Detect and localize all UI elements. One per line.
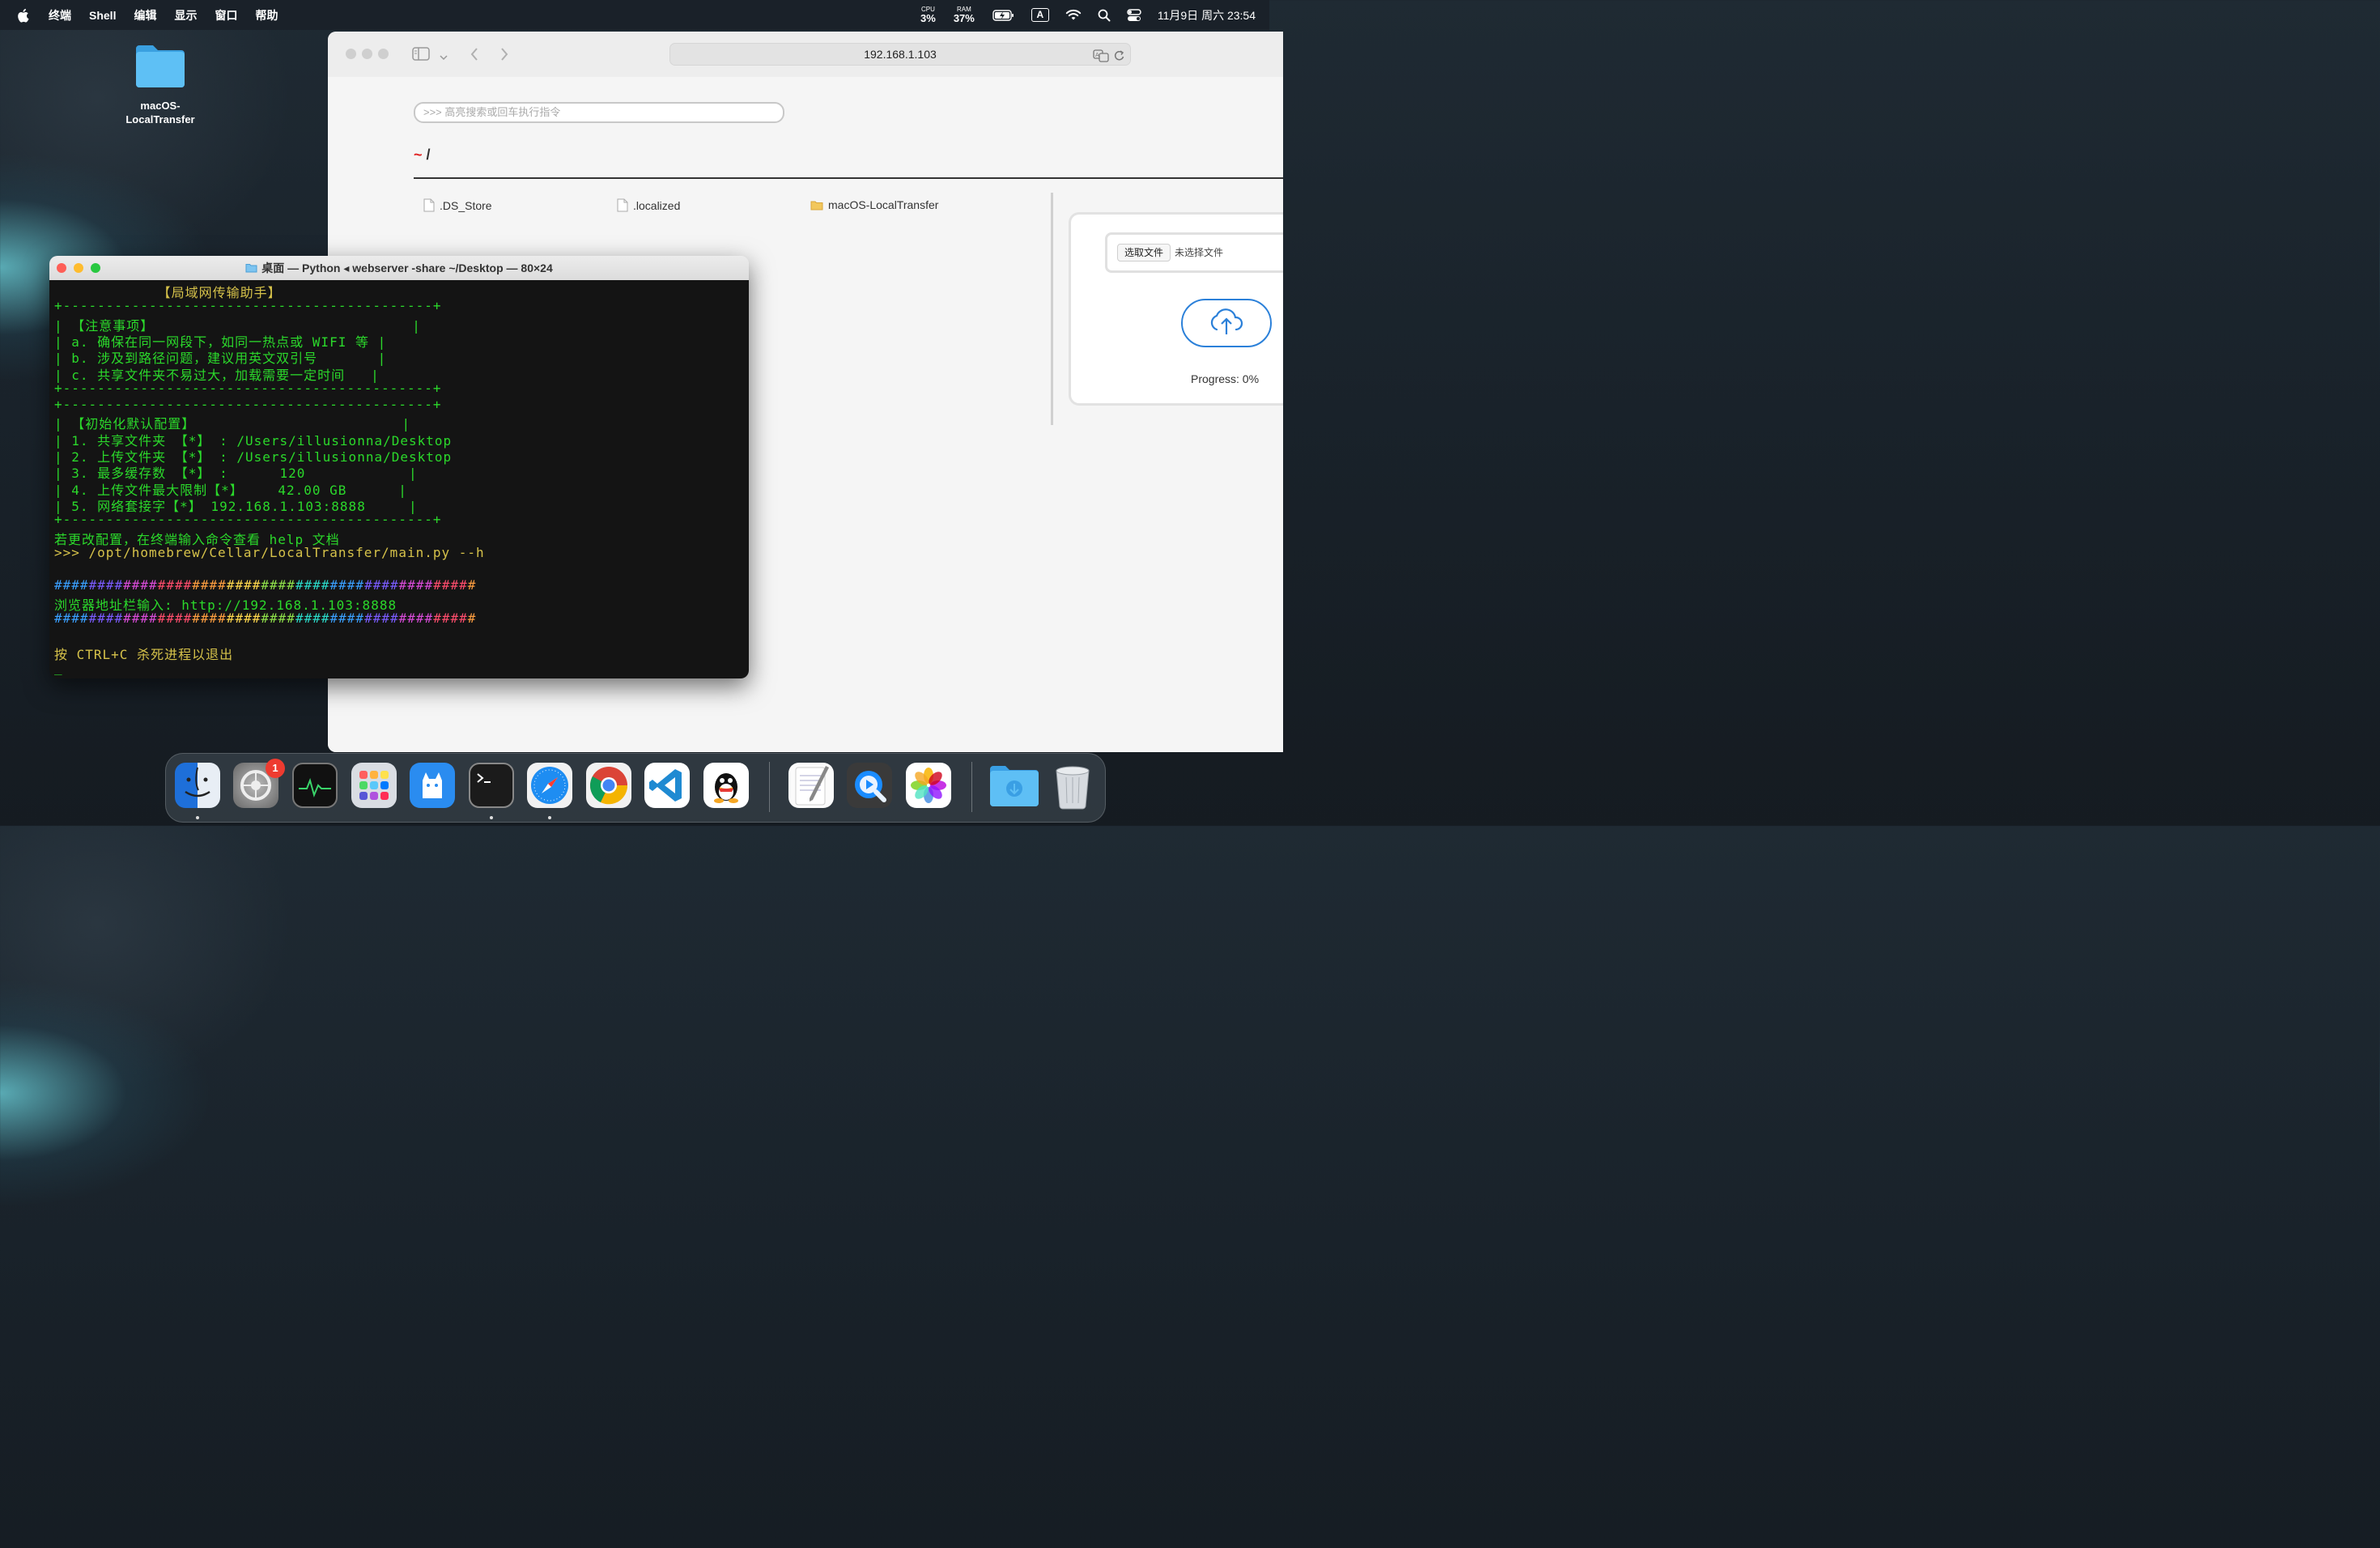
- dock-quicktime-icon[interactable]: [847, 763, 892, 808]
- translate-icon[interactable]: A: [1093, 48, 1109, 69]
- sidebar-toggle-icon[interactable]: [412, 47, 430, 65]
- cpu-meter[interactable]: CPU 3%: [920, 6, 936, 24]
- minimize-button[interactable]: [362, 49, 372, 59]
- desktop-folder-label-line2: LocalTransfer: [125, 113, 195, 125]
- dock-terminal-icon[interactable]: [469, 763, 514, 808]
- input-source-icon[interactable]: A: [1031, 8, 1049, 22]
- dock-finder-icon[interactable]: [175, 763, 220, 808]
- file-icon: [423, 198, 435, 212]
- browser-toolbar: 192.168.1.103 A: [328, 32, 1283, 77]
- dock-chrome-icon[interactable]: [586, 763, 631, 808]
- terminal-line: +---------------------------------------…: [54, 380, 442, 396]
- terminal-window: 桌面 — Python ◂ webserver -share ~/Desktop…: [49, 256, 749, 678]
- terminal-title-text: 桌面 — Python ◂ webserver -share ~/Desktop…: [261, 262, 553, 274]
- ram-value: 37%: [953, 12, 975, 24]
- file-item[interactable]: .DS_Store: [423, 198, 492, 212]
- breadcrumb-home[interactable]: ~: [414, 147, 423, 163]
- ram-meter[interactable]: RAM 37%: [953, 6, 975, 24]
- command-search-placeholder: >>> 高亮搜索或回车执行指令: [423, 106, 561, 118]
- cpu-value: 3%: [920, 12, 936, 24]
- folder-icon: [245, 264, 257, 273]
- forward-icon[interactable]: [499, 47, 509, 66]
- terminal-line: >>> /opt/homebrew/Cellar/LocalTransfer/m…: [54, 544, 485, 560]
- file-icon: [617, 198, 628, 212]
- desktop-folder-label-line1: macOS-: [140, 100, 181, 112]
- no-file-text: 未选择文件: [1175, 247, 1224, 258]
- menu-edit[interactable]: 编辑: [134, 7, 156, 23]
- dock-vscode-icon[interactable]: [644, 763, 690, 808]
- badge-count: 1: [272, 762, 278, 774]
- menu-view[interactable]: 显示: [174, 7, 197, 23]
- address-bar[interactable]: 192.168.1.103 A: [669, 43, 1131, 66]
- panel-divider: [1051, 193, 1053, 425]
- chevron-down-icon[interactable]: [440, 50, 448, 65]
- folder-icon: [810, 201, 823, 210]
- battery-icon[interactable]: [992, 9, 1015, 21]
- menu-app-name[interactable]: 终端: [49, 7, 71, 23]
- terminal-line: +---------------------------------------…: [54, 512, 442, 528]
- file-name: .DS_Store: [440, 198, 492, 212]
- file-name: .localized: [633, 198, 681, 212]
- dock-safari-icon[interactable]: [527, 763, 572, 808]
- running-indicator: [490, 816, 493, 819]
- running-indicator: [196, 816, 199, 819]
- input-source-label: A: [1031, 8, 1049, 22]
- terminal-line: ########################################…: [54, 610, 477, 626]
- wifi-icon[interactable]: [1065, 9, 1082, 21]
- folder-name: macOS-LocalTransfer: [828, 198, 939, 211]
- breadcrumb: ~ /: [414, 147, 431, 164]
- notification-badge: 1: [266, 759, 285, 778]
- zoom-button[interactable]: [378, 49, 389, 59]
- menu-clock[interactable]: 11月9日 周六 23:54: [1158, 7, 1256, 23]
- upload-panel: 选取文件 未选择文件 Progress: 0%: [1071, 215, 1283, 403]
- terminal-line: ########################################…: [54, 577, 477, 593]
- choose-file-button[interactable]: 选取文件: [1117, 244, 1171, 262]
- dock-textedit-icon[interactable]: [788, 763, 834, 808]
- control-center-icon[interactable]: [1127, 8, 1141, 22]
- terminal-line: 按 CTRL+C 杀死进程以退出: [54, 646, 234, 662]
- svg-text:A: A: [1095, 52, 1099, 58]
- folder-icon: [136, 45, 185, 87]
- terminal-line: +---------------------------------------…: [54, 397, 442, 413]
- terminal-line: _: [54, 659, 63, 675]
- terminal-titlebar[interactable]: 桌面 — Python ◂ webserver -share ~/Desktop…: [49, 256, 749, 281]
- dock-qq-icon[interactable]: [703, 763, 749, 808]
- folder-item[interactable]: macOS-LocalTransfer: [810, 198, 938, 211]
- file-item[interactable]: .localized: [617, 198, 680, 212]
- menu-window[interactable]: 窗口: [215, 7, 237, 23]
- menu-bar: 终端 Shell 编辑 显示 窗口 帮助 CPU 3% RAM 37% A 11…: [0, 0, 1269, 30]
- upload-button[interactable]: [1181, 299, 1272, 347]
- breadcrumb-path[interactable]: /: [427, 147, 431, 163]
- desktop-folder[interactable]: macOS- LocalTransfer: [121, 42, 199, 126]
- upload-progress: Progress: 0%: [1191, 372, 1260, 385]
- search-icon[interactable]: [1098, 9, 1111, 22]
- menu-help[interactable]: 帮助: [255, 7, 278, 23]
- close-button[interactable]: [346, 49, 356, 59]
- dock-trash-icon[interactable]: [1050, 763, 1095, 810]
- dock-separator: [769, 762, 770, 812]
- reload-icon[interactable]: [1113, 48, 1125, 69]
- dock-photos-icon[interactable]: [906, 763, 951, 808]
- dock-cyberduck-icon[interactable]: [410, 763, 455, 808]
- back-icon[interactable]: [470, 47, 479, 66]
- command-search-input[interactable]: >>> 高亮搜索或回车执行指令: [414, 102, 784, 123]
- divider: [414, 177, 1283, 179]
- file-picker[interactable]: 选取文件 未选择文件: [1105, 232, 1283, 273]
- dock-separator: [971, 762, 972, 812]
- terminal-line: +---------------------------------------…: [54, 298, 442, 314]
- terminal-title: 桌面 — Python ◂ webserver -share ~/Desktop…: [49, 256, 749, 280]
- dock-launchpad-icon[interactable]: [351, 763, 397, 808]
- apple-logo-icon[interactable]: [16, 7, 31, 23]
- terminal-output[interactable]: 【局域网传输助手】 +------------------------------…: [49, 280, 749, 678]
- dock-downloads-icon[interactable]: [988, 763, 1039, 808]
- cloud-upload-icon: [1210, 308, 1243, 334]
- dock: 1: [165, 753, 1106, 823]
- dock-activity-monitor-icon[interactable]: [292, 763, 338, 808]
- address-text: 192.168.1.103: [864, 48, 937, 61]
- menu-shell[interactable]: Shell: [89, 9, 116, 22]
- running-indicator: [548, 816, 551, 819]
